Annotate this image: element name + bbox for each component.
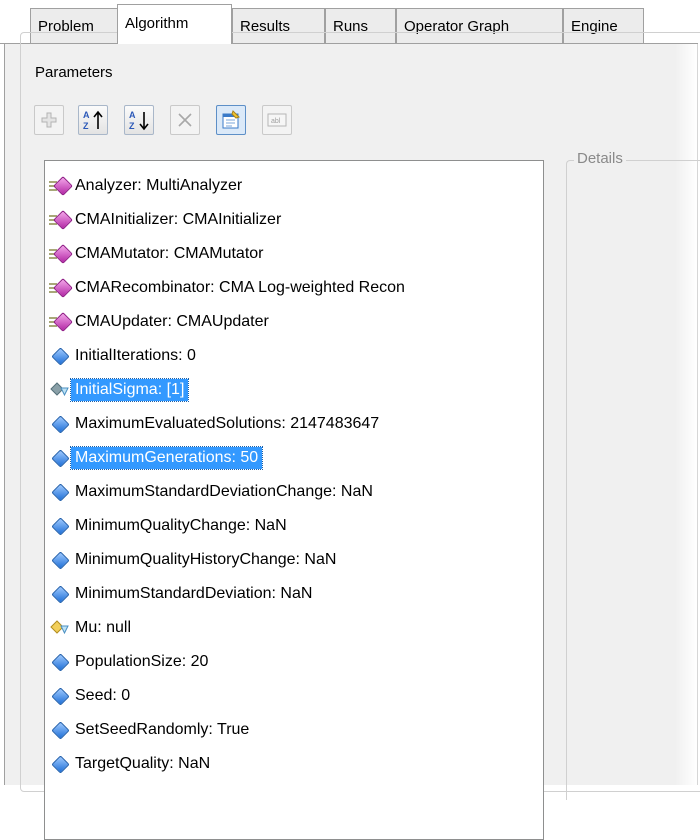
rename-textbox-icon: abl <box>267 113 287 127</box>
svg-text:Z: Z <box>129 121 135 131</box>
operator-parameter-icon <box>49 312 73 332</box>
value-parameter-icon <box>49 686 71 706</box>
rename-button[interactable]: abl <box>262 105 292 135</box>
operator-parameter-icon <box>49 176 73 196</box>
sort-az-asc-icon: A Z <box>83 110 103 131</box>
value-parameter-icon <box>49 584 71 604</box>
list-item[interactable]: PopulationSize: 20 <box>45 645 212 679</box>
optional-constrained-parameter-icon <box>49 618 71 638</box>
list-item-label: MinimumStandardDeviation: NaN <box>75 585 313 602</box>
list-item-label: Seed: 0 <box>75 687 131 704</box>
svg-text:abl: abl <box>271 118 281 125</box>
list-item[interactable]: InitialSigma: [1] <box>45 373 190 407</box>
list-item[interactable]: InitialIterations: 0 <box>45 339 200 373</box>
list-item-label: SetSeedRandomly: True <box>75 721 250 738</box>
list-item[interactable]: Seed: 0 <box>45 679 134 713</box>
operator-parameter-icon <box>49 210 73 230</box>
list-item-label: CMAMutator: CMAMutator <box>75 245 264 262</box>
operator-parameter-icon <box>49 244 73 264</box>
value-parameter-icon <box>49 448 71 468</box>
properties-icon <box>222 110 240 129</box>
list-item-label: MaximumEvaluatedSolutions: 2147483647 <box>75 415 380 432</box>
properties-button[interactable] <box>216 105 246 135</box>
list-item[interactable]: Mu: null <box>45 611 135 645</box>
svg-text:A: A <box>129 110 136 120</box>
list-item-label: InitialSigma: [1] <box>69 378 190 402</box>
list-item-label: CMAInitializer: CMAInitializer <box>75 211 282 228</box>
list-item[interactable]: Analyzer: MultiAnalyzer <box>45 169 246 203</box>
list-item[interactable]: CMAUpdater: CMAUpdater <box>45 305 273 339</box>
list-item[interactable]: SetSeedRandomly: True <box>45 713 253 747</box>
list-item-label: MaximumGenerations: 50 <box>69 446 264 470</box>
list-item-label: Analyzer: MultiAnalyzer <box>75 177 243 194</box>
list-item-label: InitialIterations: 0 <box>75 347 196 364</box>
list-item[interactable]: CMARecombinator: CMA Log-weighted Recon <box>45 271 409 305</box>
value-parameter-icon <box>49 550 71 570</box>
parameters-group-label: Parameters <box>32 64 116 81</box>
remove-button[interactable] <box>170 105 200 135</box>
value-parameter-icon <box>49 652 71 672</box>
sort-ascending-button[interactable]: A Z <box>78 105 108 135</box>
list-item[interactable]: MinimumStandardDeviation: NaN <box>45 577 316 611</box>
list-item[interactable]: CMAInitializer: CMAInitializer <box>45 203 285 237</box>
value-parameter-icon <box>49 414 71 434</box>
value-parameter-icon <box>49 482 71 502</box>
list-item[interactable]: CMAMutator: CMAMutator <box>45 237 267 271</box>
operator-parameter-icon <box>49 278 73 298</box>
list-item-label: PopulationSize: 20 <box>75 653 209 670</box>
value-parameter-icon <box>49 754 71 774</box>
list-item[interactable]: TargetQuality: NaN <box>45 747 214 781</box>
value-parameter-icon <box>49 720 71 740</box>
x-icon <box>178 113 192 127</box>
list-item-label: MaximumStandardDeviationChange: NaN <box>75 483 373 500</box>
optional-value-parameter-icon <box>49 380 71 400</box>
value-parameter-icon <box>49 516 71 536</box>
list-item[interactable]: MinimumQualityChange: NaN <box>45 509 291 543</box>
list-item-label: TargetQuality: NaN <box>75 755 211 772</box>
svg-text:Z: Z <box>83 121 89 131</box>
list-item-label: MinimumQualityChange: NaN <box>75 517 287 534</box>
list-item[interactable]: MaximumEvaluatedSolutions: 2147483647 <box>45 407 383 441</box>
tab-algorithm[interactable]: Algorithm <box>117 4 232 44</box>
list-item-label: CMAUpdater: CMAUpdater <box>75 313 269 330</box>
value-parameter-icon <box>49 346 71 366</box>
plus-icon <box>41 112 57 128</box>
list-item-label: CMARecombinator: CMA Log-weighted Recon <box>75 279 405 296</box>
list-item[interactable]: MinimumQualityHistoryChange: NaN <box>45 543 340 577</box>
list-item[interactable]: MaximumStandardDeviationChange: NaN <box>45 475 377 509</box>
svg-text:A: A <box>83 110 90 120</box>
sort-descending-button[interactable]: A Z <box>124 105 154 135</box>
details-group-label: Details <box>574 150 626 167</box>
sort-az-desc-icon: A Z <box>129 110 149 131</box>
list-item-label: Mu: null <box>75 619 132 636</box>
details-group <box>566 160 700 800</box>
parameters-list[interactable]: Analyzer: MultiAnalyzer CMAInitializer: C… <box>44 160 544 840</box>
list-item[interactable]: MaximumGenerations: 50 <box>45 441 264 475</box>
add-button[interactable] <box>34 105 64 135</box>
list-item-label: MinimumQualityHistoryChange: NaN <box>75 551 337 568</box>
